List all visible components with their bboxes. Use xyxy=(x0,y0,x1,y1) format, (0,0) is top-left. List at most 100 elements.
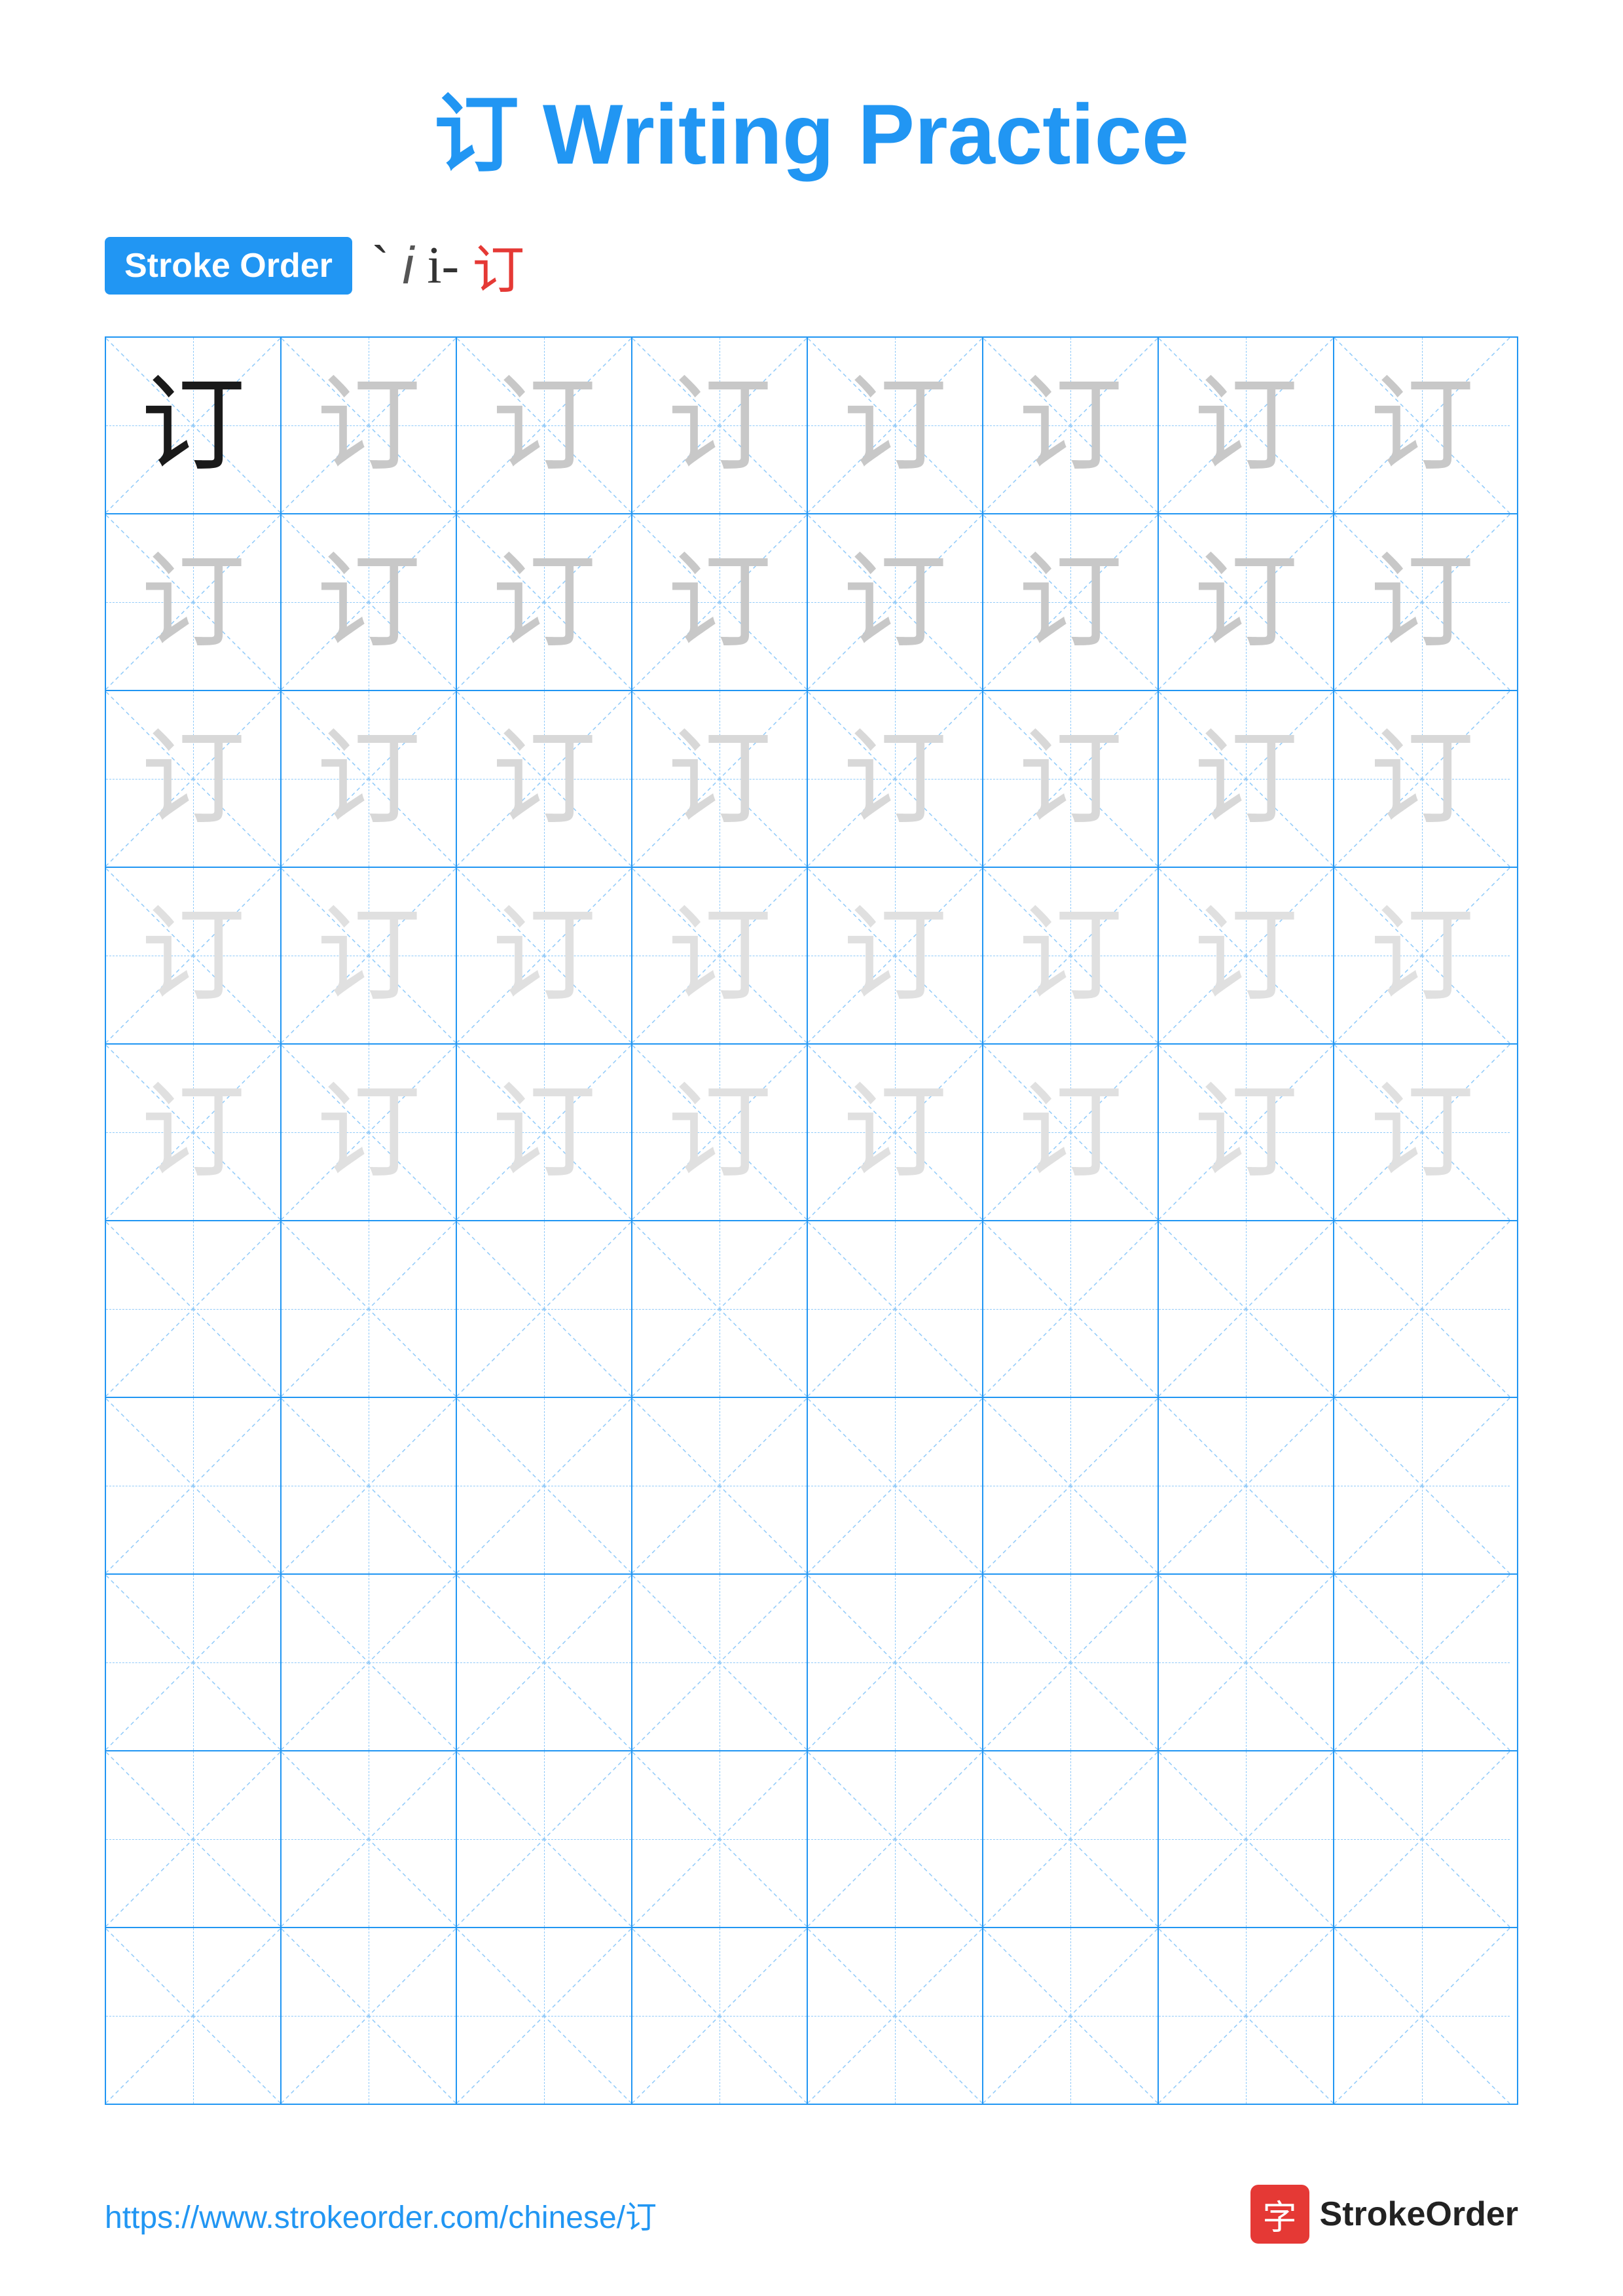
grid-cell xyxy=(106,1221,282,1397)
cell-vline xyxy=(1246,1751,1247,1927)
cell-vline xyxy=(1070,1928,1071,2104)
stroke-order-badge: Stroke Order xyxy=(105,237,352,295)
cell-character: 订 xyxy=(141,903,246,1008)
cell-vline xyxy=(1070,1575,1071,1750)
grid-cell: 订 xyxy=(457,338,632,513)
grid-cell: 订 xyxy=(1334,338,1510,513)
grid-row xyxy=(106,1575,1517,1751)
grid-cell xyxy=(1159,1221,1334,1397)
stroke-seq-4: 订 xyxy=(472,228,524,304)
grid-cell: 订 xyxy=(808,514,983,690)
grid-cell: 订 xyxy=(282,514,457,690)
cell-diag xyxy=(1334,1928,1510,2104)
cell-vline xyxy=(1246,1221,1247,1397)
cell-diag xyxy=(457,1221,631,1397)
cell-diag xyxy=(457,1928,631,2104)
cell-vline xyxy=(1422,1575,1423,1750)
writing-grid: 订 订 订 订 订 xyxy=(105,336,1518,2105)
grid-cell xyxy=(983,1398,1159,1573)
grid-row xyxy=(106,1928,1517,2104)
page-title: 订 Writing Practice xyxy=(0,0,1623,228)
cell-vline xyxy=(193,1928,194,2104)
grid-row: 订 订 订 订 订 xyxy=(106,1045,1517,1221)
cell-hline xyxy=(106,2016,280,2017)
cell-diag xyxy=(983,1928,1158,2104)
cell-vline xyxy=(193,1575,194,1750)
cell-character: 订 xyxy=(843,726,947,831)
grid-cell: 订 xyxy=(1334,691,1510,867)
cell-diag xyxy=(808,1751,982,1927)
cell-vline xyxy=(193,1751,194,1927)
cell-hline xyxy=(282,2016,456,2017)
grid-cell: 订 xyxy=(983,868,1159,1043)
grid-cell: 订 xyxy=(1159,1045,1334,1220)
grid-cell xyxy=(106,1575,282,1750)
grid-cell: 订 xyxy=(106,868,282,1043)
stroke-seq-1: ` xyxy=(372,236,390,296)
cell-character: 订 xyxy=(1194,373,1298,478)
grid-row xyxy=(106,1221,1517,1398)
grid-cell xyxy=(808,1575,983,1750)
grid-cell: 订 xyxy=(983,691,1159,867)
grid-cell xyxy=(632,1928,808,2104)
cell-vline xyxy=(1422,1751,1423,1927)
cell-character: 订 xyxy=(141,550,246,655)
cell-hline xyxy=(1159,2016,1333,2017)
grid-cell: 订 xyxy=(632,338,808,513)
title-text: 订 Writing Practice xyxy=(434,86,1189,182)
cell-character: 订 xyxy=(667,726,772,831)
cell-diag xyxy=(632,1221,807,1397)
cell-diag xyxy=(457,1751,631,1927)
cell-diag xyxy=(106,1398,280,1573)
stroke-order-section: Stroke Order ` i i- 订 xyxy=(0,228,1623,304)
grid-cell xyxy=(106,1398,282,1573)
cell-vline xyxy=(544,1751,545,1927)
grid-cell xyxy=(983,1928,1159,2104)
grid-cell xyxy=(1159,1575,1334,1750)
cell-diag xyxy=(1159,1928,1333,2104)
cell-diag xyxy=(983,1398,1158,1573)
grid-cell xyxy=(808,1751,983,1927)
grid-row: 订 订 订 订 订 xyxy=(106,514,1517,691)
cell-character: 订 xyxy=(1194,903,1298,1008)
grid-cell xyxy=(282,1751,457,1927)
cell-hline xyxy=(282,1662,456,1663)
cell-character: 订 xyxy=(492,1080,596,1185)
grid-cell xyxy=(106,1928,282,2104)
cell-diag xyxy=(106,1221,280,1397)
grid-cell xyxy=(282,1398,457,1573)
grid-cell xyxy=(983,1221,1159,1397)
grid-cell xyxy=(983,1751,1159,1927)
stroke-seq-2: i xyxy=(403,236,414,296)
cell-character: 订 xyxy=(316,903,421,1008)
cell-hline xyxy=(808,1309,982,1310)
cell-character: 订 xyxy=(316,373,421,478)
grid-cell: 订 xyxy=(632,1045,808,1220)
cell-hline xyxy=(808,2016,982,2017)
cell-hline xyxy=(457,1662,631,1663)
cell-character: 订 xyxy=(1370,550,1474,655)
cell-diag xyxy=(282,1221,456,1397)
cell-diag xyxy=(106,1751,280,1927)
grid-cell: 订 xyxy=(808,691,983,867)
cell-hline xyxy=(1334,2016,1510,2017)
cell-diag xyxy=(1334,1575,1510,1750)
grid-cell: 订 xyxy=(457,514,632,690)
cell-diag xyxy=(632,1928,807,2104)
grid-cell: 订 xyxy=(808,1045,983,1220)
cell-character: 订 xyxy=(1194,726,1298,831)
grid-cell: 订 xyxy=(1159,514,1334,690)
cell-hline xyxy=(106,1662,280,1663)
grid-cell xyxy=(1334,1221,1510,1397)
cell-hline xyxy=(282,1309,456,1310)
grid-cell: 订 xyxy=(632,514,808,690)
cell-character: 订 xyxy=(1018,1080,1123,1185)
grid-cell: 订 xyxy=(1334,514,1510,690)
cell-diag xyxy=(1334,1751,1510,1927)
cell-character: 订 xyxy=(1370,373,1474,478)
grid-cell xyxy=(282,1575,457,1750)
grid-cell: 订 xyxy=(983,1045,1159,1220)
cell-diag xyxy=(632,1398,807,1573)
grid-cell xyxy=(1334,1575,1510,1750)
footer-url[interactable]: https://www.strokeorder.com/chinese/订 xyxy=(105,2191,657,2237)
